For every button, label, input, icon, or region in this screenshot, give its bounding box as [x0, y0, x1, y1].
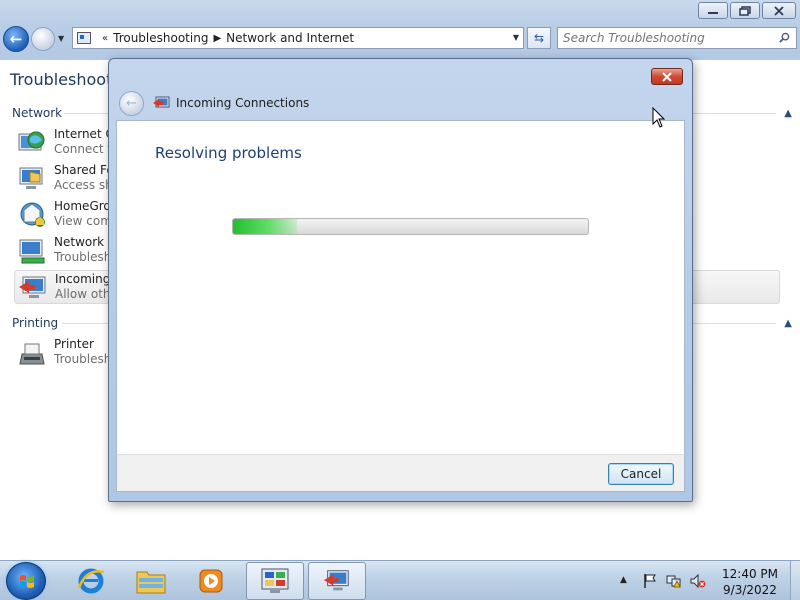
media-player-icon: [199, 569, 223, 593]
dialog-footer: Cancel: [116, 454, 685, 492]
progress-bar-fill: [233, 219, 297, 234]
start-button[interactable]: [6, 562, 46, 600]
refresh-icon: ⇆: [533, 31, 545, 45]
breadcrumb-troubleshooting[interactable]: Troubleshooting: [113, 31, 208, 45]
refresh-button[interactable]: ⇆: [527, 27, 551, 49]
volume-muted-icon[interactable]: [690, 573, 706, 589]
explorer-title-bar: ← ▼ « Troubleshooting ▶ Network and Inte…: [0, 0, 800, 60]
item-description: Troublesh: [54, 250, 112, 264]
maximize-button[interactable]: [730, 2, 760, 19]
breadcrumb-separator-icon[interactable]: ▶: [213, 33, 221, 44]
printer-icon: [19, 343, 45, 365]
restore-icon: [739, 5, 751, 16]
homegroup-icon: [20, 202, 45, 227]
cancel-button[interactable]: Cancel: [608, 463, 674, 485]
collapse-network-icon[interactable]: ▲: [784, 108, 792, 119]
search-box[interactable]: [557, 27, 797, 49]
progress-bar: [232, 218, 589, 235]
close-window-button[interactable]: [762, 2, 796, 19]
taskbar-internet-explorer[interactable]: [62, 562, 120, 600]
network-status-icon[interactable]: [666, 573, 682, 589]
control-panel-icon: [77, 32, 91, 44]
status-heading: Resolving problems: [155, 144, 302, 162]
section-heading-network: Network: [12, 106, 63, 120]
window-caption-buttons: [698, 2, 796, 19]
minimize-button[interactable]: [698, 2, 728, 19]
search-input[interactable]: [563, 31, 773, 45]
taskbar-control-panel[interactable]: [246, 562, 304, 600]
internet-connections-icon: [18, 131, 45, 151]
dialog-close-button[interactable]: [651, 68, 683, 85]
back-arrow-icon: ←: [126, 96, 137, 111]
troubleshooter-icon: [323, 570, 349, 591]
taskbar-windows-explorer[interactable]: [122, 562, 180, 600]
breadcrumb-network-and-internet[interactable]: Network and Internet: [226, 31, 354, 45]
forward-button[interactable]: [31, 27, 55, 51]
internet-explorer-icon: [77, 568, 105, 594]
recent-pages-dropdown[interactable]: ▼: [58, 34, 64, 43]
collapse-printing-icon[interactable]: ▲: [784, 318, 792, 329]
search-icon[interactable]: [779, 32, 790, 43]
address-dropdown-icon[interactable]: ▼: [513, 33, 519, 42]
incoming-connections-icon: [19, 276, 46, 298]
minimize-icon: [708, 11, 718, 14]
windows-explorer-icon: [136, 571, 166, 594]
back-button[interactable]: ←: [3, 26, 29, 52]
show-hidden-icons-button[interactable]: ▲: [620, 575, 627, 585]
breadcrumb-overflow[interactable]: «: [102, 33, 108, 44]
show-desktop-button[interactable]: [790, 561, 800, 600]
taskbar-media-player[interactable]: [182, 562, 240, 600]
network-adapter-icon: [19, 239, 45, 264]
item-title: Printer: [54, 337, 94, 351]
address-bar[interactable]: « Troubleshooting ▶ Network and Internet…: [72, 27, 524, 49]
item-title: Network A: [54, 235, 117, 249]
clock-date: 9/3/2022: [723, 583, 777, 597]
windows-logo-icon: [20, 575, 34, 588]
back-arrow-icon: ←: [9, 30, 23, 48]
troubleshooter-dialog: ← Incoming Connections Resolving problem…: [108, 58, 693, 502]
dialog-back-button[interactable]: ←: [119, 91, 144, 116]
close-icon: [774, 5, 784, 16]
item-description: Troublesh: [54, 352, 112, 366]
taskbar-troubleshooter[interactable]: [308, 562, 366, 600]
action-center-flag-icon[interactable]: [642, 573, 658, 589]
mouse-cursor-icon: [652, 107, 666, 128]
clock-time: 12:40 PM: [722, 567, 778, 581]
shared-folders-icon: [19, 167, 43, 189]
section-heading-printing: Printing: [12, 316, 59, 330]
control-panel-icon: [261, 568, 289, 593]
item-title: Incoming: [55, 272, 111, 286]
close-icon: [662, 71, 672, 82]
incoming-connections-icon: [153, 96, 170, 108]
taskbar: ▲ 12:40 PM 9/3/2022: [0, 560, 800, 600]
dialog-body: Resolving problems: [116, 120, 685, 454]
dialog-title: Incoming Connections: [176, 96, 310, 110]
system-clock[interactable]: 12:40 PM 9/3/2022: [716, 566, 784, 598]
